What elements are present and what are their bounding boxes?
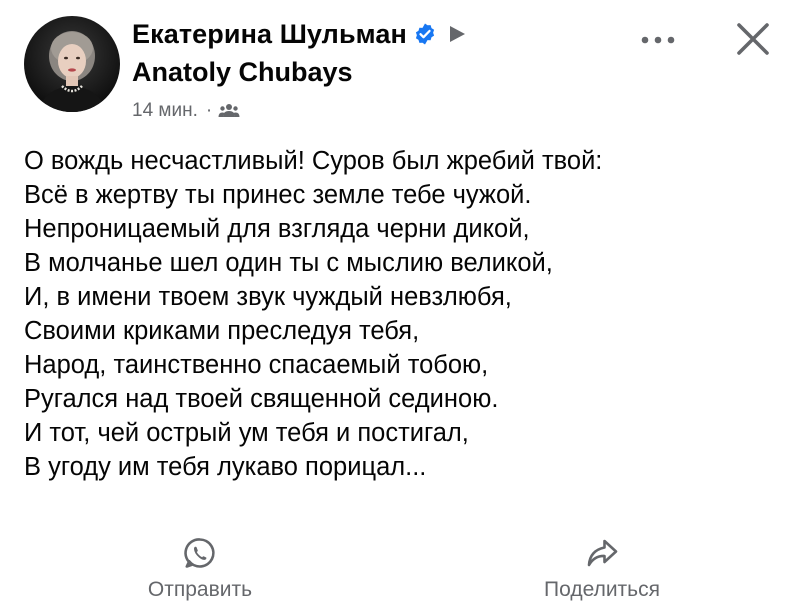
post-text-line: Всё в жертву ты принес земле тебе чужой. — [24, 181, 532, 209]
send-label: Отправить — [147, 578, 253, 601]
share-button[interactable]: Поделиться — [514, 536, 690, 602]
post-meta: 14 мин. · — [132, 94, 612, 128]
close-icon — [737, 23, 769, 55]
post-header: Екатерина Шульман Anatoly Chubays 14 мин… — [132, 16, 612, 128]
more-options-button[interactable] — [636, 28, 680, 52]
close-button[interactable] — [732, 18, 774, 60]
post-text: О вождь несчастливый! Суров был жребий т… — [24, 144, 784, 484]
share-label: Поделиться — [544, 578, 660, 601]
author-row: Екатерина Шульман — [132, 16, 612, 52]
post-text-line: В молчанье шел один ты с мыслию великой, — [24, 249, 553, 277]
author-name[interactable]: Екатерина Шульман — [132, 19, 407, 50]
recipient-name[interactable]: Anatoly Chubays — [132, 57, 353, 88]
verified-badge-icon — [413, 22, 437, 46]
post-text-line: В угоду им тебя лукаво порицал... — [24, 453, 427, 481]
post-card: Екатерина Шульман Anatoly Chubays 14 мин… — [0, 0, 800, 608]
avatar[interactable] — [24, 16, 120, 112]
post-text-line: И тот, чей острый ум тебя и постигал, — [24, 419, 469, 447]
post-text-line: Своими криками преследуя тебя, — [24, 317, 420, 345]
whatsapp-icon — [184, 538, 215, 568]
recipient-row: Anatoly Chubays — [132, 52, 612, 92]
profile-photo-icon — [24, 16, 120, 112]
post-text-line: Ругался над твоей священной сединою. — [24, 385, 499, 413]
post-text-line: И, в имени твоем звук чуждый невзлюбя, — [24, 283, 512, 311]
caret-right-icon — [447, 24, 467, 44]
post-timestamp[interactable]: 14 мин. — [132, 100, 198, 122]
post-text-line: Народ, таинственно спасаемый тобою, — [24, 351, 489, 379]
send-button[interactable]: Отправить — [122, 536, 278, 602]
share-arrow-icon — [587, 539, 618, 567]
post-text-line: Непроницаемый для взгляда черни дикой, — [24, 215, 530, 243]
friends-icon[interactable] — [218, 103, 240, 119]
post-text-line: О вождь несчастливый! Суров был жребий т… — [24, 147, 603, 175]
meta-separator: · — [205, 100, 213, 121]
more-horizontal-icon — [641, 36, 675, 44]
